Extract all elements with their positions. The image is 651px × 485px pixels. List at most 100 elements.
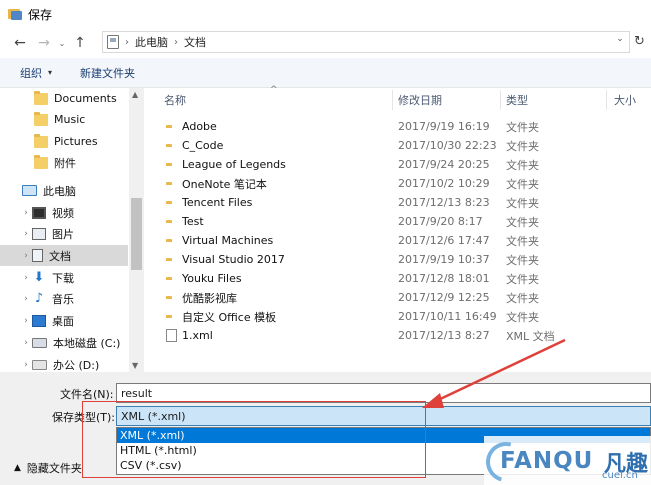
expand-chevron-icon[interactable]: › bbox=[20, 208, 32, 218]
file-date: 2017/12/13 8:27 bbox=[398, 329, 490, 342]
back-arrow-icon[interactable]: ← bbox=[10, 33, 30, 53]
file-name: Visual Studio 2017 bbox=[182, 253, 285, 266]
file-row[interactable]: 1.xml 2017/12/13 8:27 XML 文档 bbox=[150, 326, 651, 345]
expand-chevron-icon[interactable]: › bbox=[20, 229, 32, 239]
new-folder-button[interactable]: 新建文件夹 bbox=[80, 65, 135, 81]
sidebar-item-label: Pictures bbox=[54, 135, 98, 148]
file-row[interactable]: Adobe 2017/9/19 16:19 文件夹 bbox=[150, 117, 651, 136]
file-date: 2017/12/9 12:25 bbox=[398, 291, 490, 304]
sort-ascending-icon: ^ bbox=[270, 85, 278, 95]
file-type: 文件夹 bbox=[506, 215, 539, 229]
file-row[interactable]: Tencent Files 2017/12/13 8:23 文件夹 bbox=[150, 193, 651, 212]
file-date: 2017/12/8 18:01 bbox=[398, 272, 490, 285]
filename-input[interactable]: result bbox=[116, 383, 651, 403]
organize-button[interactable]: 组织 ▾ bbox=[20, 65, 52, 81]
sidebar-item-label: 音乐 bbox=[52, 292, 74, 306]
download-icon: ⬇ bbox=[33, 269, 45, 285]
file-date: 2017/9/19 16:19 bbox=[398, 120, 490, 133]
column-divider[interactable] bbox=[606, 90, 607, 110]
address-pc-icon bbox=[107, 35, 119, 49]
expand-chevron-icon[interactable]: › bbox=[20, 316, 32, 326]
hide-folders-button[interactable]: ▲ 隐藏文件夹 bbox=[14, 460, 82, 476]
annotation-highlight-box bbox=[82, 401, 426, 478]
sidebar-item-label: 图片 bbox=[52, 227, 74, 241]
sidebar-item-label: 此电脑 bbox=[43, 184, 76, 198]
column-divider[interactable] bbox=[392, 90, 393, 110]
file-row[interactable]: Virtual Machines 2017/12/6 17:47 文件夹 bbox=[150, 231, 651, 250]
file-name: Youku Files bbox=[182, 272, 242, 285]
filename-value: result bbox=[121, 386, 153, 400]
drive-icon bbox=[32, 337, 47, 348]
file-row[interactable]: Test 2017/9/20 8:17 文件夹 bbox=[150, 212, 651, 231]
breadcrumb-documents[interactable]: 文档 bbox=[184, 34, 206, 50]
breadcrumb-this-pc[interactable]: 此电脑 bbox=[135, 34, 168, 50]
sidebar-item-music[interactable]: › ♪ 音乐 bbox=[0, 288, 128, 309]
organize-label: 组织 bbox=[20, 66, 42, 80]
file-row[interactable]: League of Legends 2017/9/24 20:25 文件夹 bbox=[150, 155, 651, 174]
sidebar-item-downloads[interactable]: › ⬇ 下载 bbox=[0, 267, 128, 288]
save-dialog-icon bbox=[8, 8, 22, 20]
sidebar-item-pictures-folder[interactable]: Pictures bbox=[0, 131, 128, 152]
file-row[interactable]: 优酷影视库 2017/12/9 12:25 文件夹 bbox=[150, 288, 651, 307]
column-header-modified[interactable]: 修改日期 bbox=[398, 88, 442, 112]
filename-label: 文件名(N): bbox=[60, 388, 114, 401]
file-name: Adobe bbox=[182, 120, 217, 133]
file-date: 2017/9/20 8:17 bbox=[398, 215, 483, 228]
sidebar-item-attachments[interactable]: 附件 bbox=[0, 152, 128, 173]
file-date: 2017/10/11 16:49 bbox=[398, 310, 497, 323]
file-row[interactable]: Youku Files 2017/12/8 18:01 文件夹 bbox=[150, 269, 651, 288]
file-type: 文件夹 bbox=[506, 196, 539, 210]
scrollbar-thumb[interactable] bbox=[131, 198, 142, 270]
forward-arrow-icon[interactable]: → bbox=[34, 33, 54, 53]
window-title: 保存 bbox=[28, 7, 53, 22]
sidebar-item-videos[interactable]: › 视频 bbox=[0, 202, 128, 223]
recent-locations-chevron-icon[interactable]: ⌄ bbox=[56, 33, 68, 53]
watermark-site: cuel.cn bbox=[602, 470, 638, 481]
folder-icon bbox=[34, 90, 48, 105]
sidebar-item-music-folder[interactable]: Music bbox=[0, 109, 128, 130]
folder-icon bbox=[34, 133, 48, 148]
expand-chevron-icon[interactable]: › bbox=[20, 251, 32, 261]
file-row[interactable]: Visual Studio 2017 2017/9/19 10:37 文件夹 bbox=[150, 250, 651, 269]
expand-chevron-icon[interactable]: › bbox=[20, 338, 32, 348]
sidebar-item-label: 视频 bbox=[52, 206, 74, 220]
sidebar-item-documents-library[interactable]: › 文档 bbox=[0, 245, 128, 266]
xml-file-icon bbox=[166, 329, 177, 342]
sidebar-scrollbar[interactable]: ▲ ▼ bbox=[129, 88, 144, 372]
expand-chevron-icon[interactable]: › bbox=[20, 294, 32, 304]
title-bar: 保存 bbox=[0, 0, 651, 28]
file-name: OneNote 笔记本 bbox=[182, 177, 267, 191]
command-bar: 组织 ▾ 新建文件夹 bbox=[0, 58, 651, 88]
file-row[interactable]: 自定义 Office 模板 2017/10/11 16:49 文件夹 bbox=[150, 307, 651, 326]
sidebar-item-this-pc[interactable]: 此电脑 bbox=[0, 180, 128, 201]
scroll-up-arrow-icon[interactable]: ▲ bbox=[132, 90, 138, 99]
expand-chevron-icon[interactable]: › bbox=[20, 273, 32, 283]
file-date: 2017/9/24 20:25 bbox=[398, 158, 490, 171]
file-type: 文件夹 bbox=[506, 272, 539, 286]
address-history-chevron-icon[interactable]: ⌄ bbox=[613, 34, 627, 44]
refresh-icon[interactable]: ↻ bbox=[634, 34, 645, 49]
sidebar-item-desktop[interactable]: › 桌面 bbox=[0, 310, 128, 331]
sidebar-item-pictures[interactable]: › 图片 bbox=[0, 223, 128, 244]
address-bar[interactable]: › 此电脑 › 文档 ⌄ bbox=[102, 31, 630, 53]
file-name: 自定义 Office 模板 bbox=[182, 310, 277, 324]
file-name: Test bbox=[182, 215, 204, 228]
file-type: 文件夹 bbox=[506, 177, 539, 191]
video-icon bbox=[32, 206, 46, 219]
sidebar-item-drive-c[interactable]: › 本地磁盘 (C:) bbox=[0, 332, 128, 353]
column-header-type[interactable]: 类型 bbox=[506, 88, 528, 112]
file-row[interactable]: C_Code 2017/10/30 22:23 文件夹 bbox=[150, 136, 651, 155]
column-header-size[interactable]: 大小 bbox=[614, 88, 636, 112]
file-type: 文件夹 bbox=[506, 234, 539, 248]
file-row[interactable]: OneNote 笔记本 2017/10/2 10:29 文件夹 bbox=[150, 174, 651, 193]
organize-caret-icon: ▾ bbox=[48, 68, 53, 77]
scroll-down-arrow-icon[interactable]: ▼ bbox=[132, 361, 138, 370]
column-header-name[interactable]: 名称 bbox=[164, 88, 186, 112]
folder-icon bbox=[34, 154, 48, 169]
pc-icon bbox=[22, 185, 37, 196]
up-arrow-icon[interactable]: ↑ bbox=[70, 33, 90, 53]
expand-chevron-icon[interactable]: › bbox=[20, 360, 32, 370]
collapse-chevron-icon: ▲ bbox=[14, 463, 21, 473]
column-divider[interactable] bbox=[500, 90, 501, 110]
sidebar-item-documents[interactable]: Documents bbox=[0, 88, 128, 109]
